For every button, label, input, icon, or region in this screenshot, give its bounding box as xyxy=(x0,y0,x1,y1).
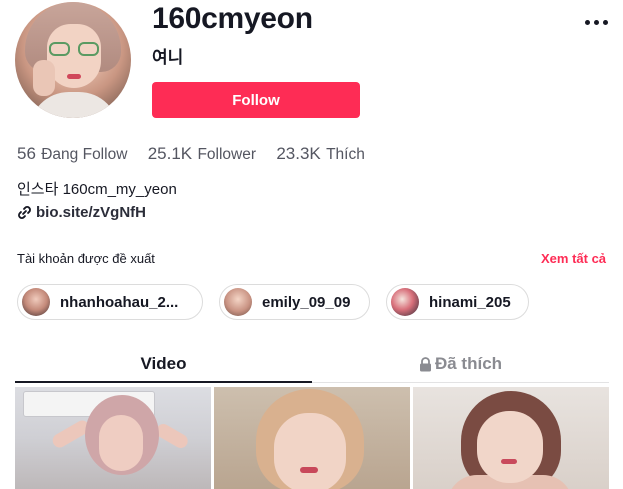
suggested-account-name: nhanhoahau_2... xyxy=(60,293,179,311)
video-grid xyxy=(15,387,609,489)
tab-video-label: Video xyxy=(140,354,187,373)
suggested-accounts-title: Tài khoản được đề xuất xyxy=(17,251,155,266)
thumb-face xyxy=(477,411,543,483)
suggested-account-name: emily_09_09 xyxy=(262,293,351,311)
link-icon xyxy=(18,206,31,219)
suggested-account-name: hinami_205 xyxy=(429,293,511,311)
bio-link[interactable]: bio.site/zVgNfH xyxy=(17,204,146,221)
thumb-lips xyxy=(501,459,517,464)
tab-active-indicator xyxy=(15,381,312,383)
suggested-account-chip[interactable]: nhanhoahau_2... xyxy=(17,284,203,320)
avatar xyxy=(22,288,50,316)
profile-stats: 56 Đang Follow 25.1K Follower 23.3K Thíc… xyxy=(17,144,381,164)
more-dots-icon[interactable] xyxy=(584,14,610,32)
avatar-lips xyxy=(67,74,81,79)
bio-link-text: bio.site/zVgNfH xyxy=(36,204,147,221)
avatar xyxy=(224,288,252,316)
stat-likes: 23.3K Thích xyxy=(276,144,365,164)
video-thumbnail[interactable] xyxy=(413,387,609,489)
thumb-face xyxy=(274,413,346,489)
stat-followers-label: Follower xyxy=(197,146,257,163)
tab-liked-label: Đã thích xyxy=(434,354,503,373)
suggested-account-chip[interactable]: emily_09_09 xyxy=(219,284,370,320)
tab-video[interactable]: Video xyxy=(15,345,312,383)
stat-following-count: 56 xyxy=(17,144,36,163)
profile-username: 160cmyeon xyxy=(152,2,313,35)
thumb-lips xyxy=(300,467,318,473)
content-tabs: Video Đã thích xyxy=(15,345,609,383)
stat-followers[interactable]: 25.1K Follower xyxy=(148,144,256,164)
profile-bio: 인스타 160cm_my_yeon xyxy=(17,181,177,198)
avatar-glasses xyxy=(49,42,99,56)
avatar xyxy=(391,288,419,316)
stat-following-label: Đang Follow xyxy=(41,146,128,163)
profile-avatar[interactable] xyxy=(15,2,131,118)
video-thumbnail[interactable] xyxy=(15,387,211,489)
see-all-link[interactable]: Xem tất cả xyxy=(541,251,606,266)
stat-likes-count: 23.3K xyxy=(276,144,321,163)
lock-icon xyxy=(419,356,431,371)
thumb-face xyxy=(99,415,143,471)
suggested-account-chip[interactable]: hinami_205 xyxy=(386,284,529,320)
follow-button[interactable]: Follow xyxy=(152,82,360,118)
tab-liked[interactable]: Đã thích xyxy=(312,345,609,383)
thumb-arm xyxy=(153,421,191,451)
stat-followers-count: 25.1K xyxy=(147,144,193,163)
profile-nickname: 여니 xyxy=(152,48,184,67)
video-thumbnail[interactable] xyxy=(214,387,410,489)
stat-following[interactable]: 56 Đang Follow xyxy=(17,144,127,164)
avatar-hand xyxy=(33,60,55,96)
stat-likes-label: Thích xyxy=(326,146,365,163)
